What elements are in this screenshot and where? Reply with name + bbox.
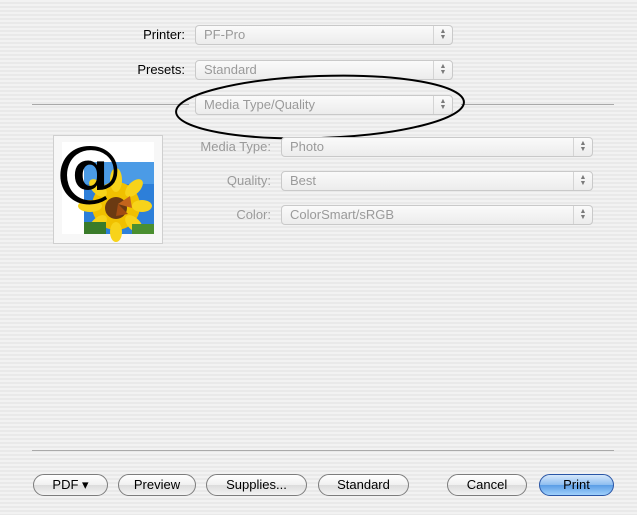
- media-type-value: Photo: [290, 139, 324, 154]
- quality-label: Quality:: [226, 173, 271, 188]
- quality-popup[interactable]: Best ▲ ▼: [281, 171, 593, 191]
- up-down-arrows-icon: ▲ ▼: [573, 206, 592, 224]
- printer-popup-value: PF-Pro: [204, 27, 246, 42]
- up-down-arrows-icon: ▲ ▼: [573, 172, 592, 190]
- printer-popup[interactable]: PF-Pro ▲ ▼: [195, 25, 453, 45]
- separator-right: [461, 104, 614, 105]
- cancel-button[interactable]: Cancel: [447, 474, 527, 496]
- up-down-arrows-icon: ▲ ▼: [433, 26, 452, 44]
- supplies-button[interactable]: Supplies...: [206, 474, 307, 496]
- quality-value: Best: [290, 173, 317, 188]
- media-type-popup[interactable]: Photo ▲ ▼: [281, 137, 593, 157]
- preview-button[interactable]: Preview: [118, 474, 196, 496]
- pdf-menu-button[interactable]: PDF ▾: [33, 474, 108, 496]
- media-type-label: Media Type:: [200, 139, 271, 154]
- color-value: ColorSmart/sRGB: [290, 207, 395, 222]
- color-label: Color:: [236, 207, 271, 222]
- media-thumbnail: @: [53, 131, 163, 244]
- at-sign-icon: @: [56, 131, 122, 209]
- separator-left: [32, 104, 189, 105]
- color-popup[interactable]: ColorSmart/sRGB ▲ ▼: [281, 205, 593, 225]
- standard-button[interactable]: Standard: [318, 474, 409, 496]
- up-down-arrows-icon: ▲ ▼: [573, 138, 592, 156]
- bottom-separator: [32, 450, 614, 451]
- print-button[interactable]: Print: [539, 474, 614, 496]
- presets-label: Presets:: [137, 62, 185, 77]
- printer-label: Printer:: [143, 27, 185, 42]
